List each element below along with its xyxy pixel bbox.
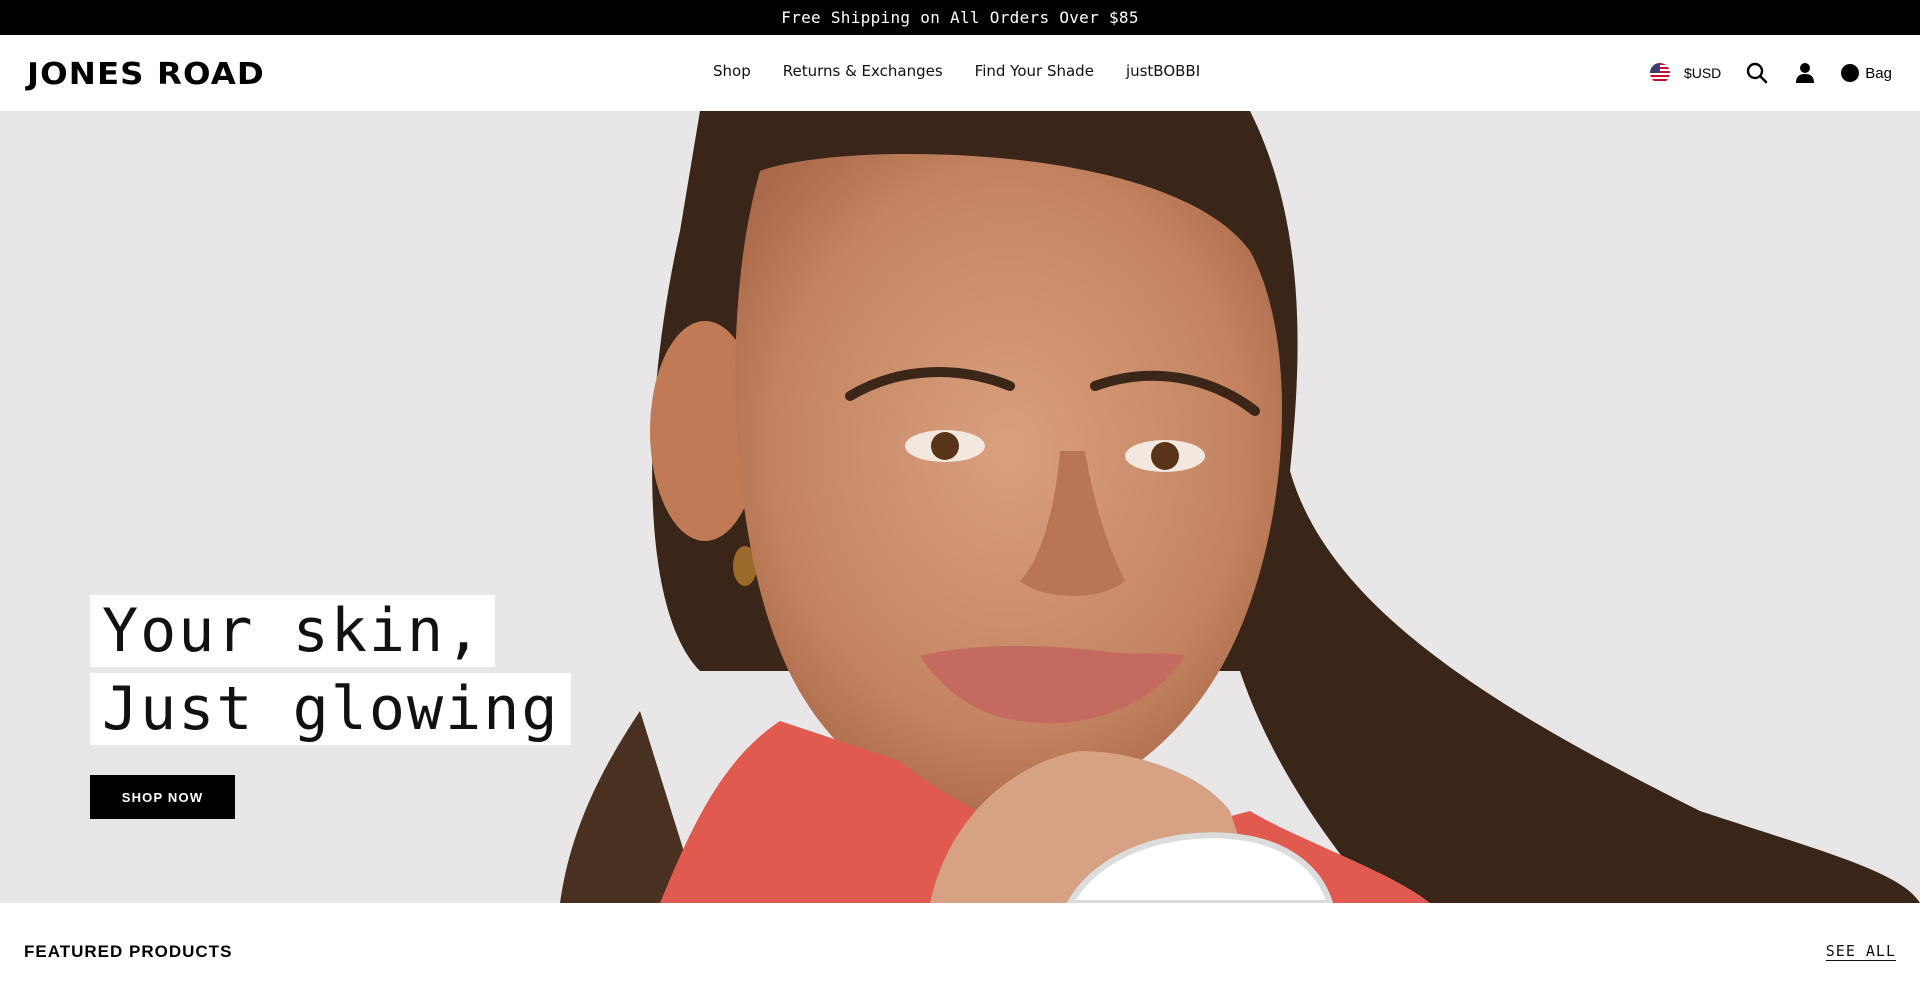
us-flag-icon: [1649, 63, 1670, 83]
hero-banner: Your skin, Just glowing SHOP NOW: [0, 111, 1920, 903]
featured-products-title: FEATURED PRODUCTS: [24, 942, 233, 961]
hero-headline-line-2: Just glowing: [90, 673, 572, 745]
search-icon[interactable]: [1745, 61, 1769, 85]
site-header: JONES ROAD Shop Returns & Exchanges Find…: [0, 35, 1920, 111]
header-tools: $USD Bag: [1649, 61, 1892, 85]
see-all-link[interactable]: SEE ALL: [1826, 942, 1896, 960]
bag-button[interactable]: Bag: [1841, 64, 1892, 82]
bag-label: Bag: [1865, 64, 1892, 82]
main-nav: Shop Returns & Exchanges Find Your Shade…: [713, 62, 1200, 80]
brand-logo[interactable]: JONES ROAD: [27, 57, 265, 92]
nav-item-returns[interactable]: Returns & Exchanges: [783, 62, 943, 80]
hero-image: [0, 111, 1920, 903]
nav-item-shop[interactable]: Shop: [713, 62, 751, 80]
announcement-text: Free Shipping on All Orders Over $85: [781, 8, 1139, 27]
nav-item-justbobbi[interactable]: justBOBBI: [1126, 62, 1200, 80]
currency-selector[interactable]: $USD: [1649, 63, 1722, 83]
announcement-bar: Free Shipping on All Orders Over $85: [0, 0, 1920, 35]
bag-icon: [1841, 64, 1860, 82]
currency-label: $USD: [1683, 65, 1722, 81]
nav-item-find-shade[interactable]: Find Your Shade: [975, 62, 1094, 80]
account-icon[interactable]: [1793, 61, 1817, 85]
shop-now-button[interactable]: SHOP NOW: [90, 775, 235, 819]
hero-headline-line-1: Your skin,: [90, 595, 496, 667]
